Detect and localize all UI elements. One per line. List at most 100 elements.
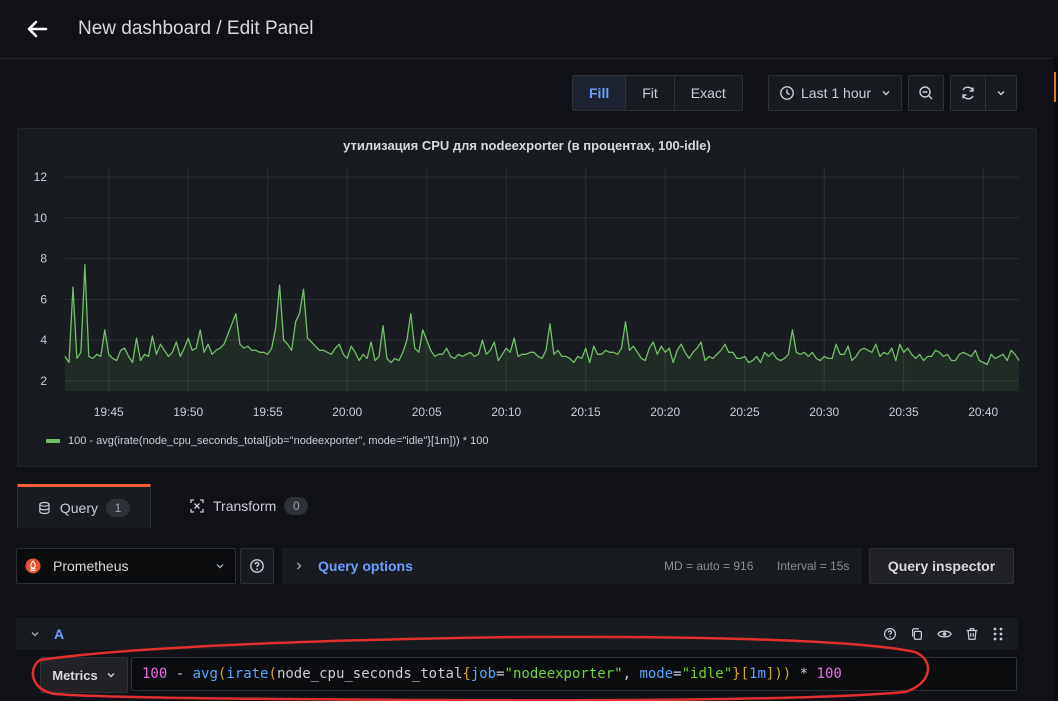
code-duration: 1 <box>749 666 758 682</box>
query-options-toggle[interactable]: Query options MD = auto = 916 Interval =… <box>282 548 862 584</box>
code-operator <box>184 666 192 682</box>
code-operator <box>791 666 799 682</box>
x-tick-label: 20:00 <box>332 405 362 419</box>
question-circle-icon[interactable] <box>883 627 897 641</box>
mode-fit-button[interactable]: Fit <box>626 76 675 110</box>
arrow-left-icon <box>27 20 48 38</box>
back-button[interactable] <box>22 14 52 44</box>
chevron-right-icon <box>297 562 302 570</box>
panel-preview: утилизация CPU для nodeexporter (в проце… <box>17 128 1037 467</box>
tab-transform-label: Transform <box>213 498 277 514</box>
right-edge-border <box>1054 58 1058 701</box>
datasource-label: Prometheus <box>53 558 129 574</box>
code-function: avg <box>192 666 218 682</box>
code-operator: , <box>622 666 631 682</box>
refresh-button[interactable] <box>950 75 987 111</box>
code-function: irate <box>226 666 269 682</box>
x-tick-label: 20:25 <box>730 405 760 419</box>
code-label-name: mode <box>639 666 674 682</box>
query-row-header[interactable]: A <box>16 618 1018 650</box>
code-metric: node_cpu_seconds_total <box>276 666 463 682</box>
scroll-accent <box>1054 72 1056 102</box>
y-tick-label: 2 <box>40 374 47 388</box>
tab-query-label: Query <box>59 499 98 516</box>
y-tick-label: 10 <box>34 211 48 225</box>
copy-icon[interactable] <box>910 627 924 641</box>
x-tick-label: 20:05 <box>412 405 442 419</box>
code-operator <box>808 666 816 682</box>
code-number: 100 <box>142 666 168 682</box>
query-ref-id: A <box>54 626 65 642</box>
code-operator <box>631 666 639 682</box>
code-string: "nodeexporter" <box>504 666 623 682</box>
x-tick-label: 19:50 <box>173 405 203 419</box>
code-number: 100 <box>816 666 842 682</box>
y-tick-label: 6 <box>40 292 47 306</box>
refresh-icon <box>962 86 974 100</box>
code-duration: m <box>757 666 766 682</box>
tab-transform[interactable]: Transform 0 <box>170 484 328 528</box>
cpu-chart[interactable]: 2 4 6 8 10 12 19:45 19:50 19:55 20:00 20:05 20:10 20… <box>18 129 1036 429</box>
zoom-out-button[interactable] <box>908 75 945 111</box>
query-editor: Prometheus Query options MD = auto = 916… <box>0 528 1054 701</box>
trash-icon[interactable] <box>965 627 979 641</box>
transform-icon <box>190 499 204 513</box>
series-area <box>65 264 1019 391</box>
code-operator: = <box>496 666 505 682</box>
chevron-down-icon <box>216 564 224 569</box>
legend-swatch <box>46 439 60 443</box>
eye-icon[interactable] <box>937 627 952 641</box>
query-row-actions <box>883 627 1004 641</box>
code-bracket: { <box>462 666 471 682</box>
database-icon <box>39 501 50 514</box>
code-bracket: ] <box>765 666 775 682</box>
x-tick-label: 19:45 <box>94 405 124 419</box>
metrics-browser-button[interactable]: Metrics <box>40 657 128 693</box>
mode-fill-button[interactable]: Fill <box>573 76 627 110</box>
chevron-down-icon <box>31 632 39 637</box>
time-picker-button[interactable]: Last 1 hour <box>768 75 903 111</box>
y-tick-label: 4 <box>40 333 47 347</box>
tab-transform-count: 0 <box>284 497 309 515</box>
interval-info: Interval = 15s <box>777 559 850 573</box>
code-operator <box>167 666 175 682</box>
y-tick-label: 8 <box>40 252 47 266</box>
chevron-down-icon <box>882 91 890 96</box>
max-datapoints-info: MD = auto = 916 <box>664 559 754 573</box>
tab-query[interactable]: Query 1 <box>17 484 151 528</box>
time-range-label: Last 1 hour <box>801 85 872 101</box>
code-bracket: ( <box>268 666 277 682</box>
query-inspector-button[interactable]: Query inspector <box>869 548 1014 584</box>
x-tick-label: 20:15 <box>571 405 601 419</box>
editor-tabs: Query 1 Transform 0 <box>0 484 1058 528</box>
code-bracket: [ <box>740 666 750 682</box>
prometheus-icon <box>25 558 41 574</box>
code-bracket: ( <box>217 666 227 682</box>
code-label-name: job <box>470 666 497 682</box>
chevron-down-icon <box>107 673 115 678</box>
display-mode-toolbar: Fill Fit Exact <box>572 75 743 111</box>
zoom-out-icon <box>919 86 933 100</box>
top-bar: New dashboard / Edit Panel <box>0 0 1058 59</box>
query-expression-input[interactable]: 100 - avg(irate(node_cpu_seconds_total{j… <box>131 657 1017 691</box>
drag-handle-icon[interactable] <box>992 627 1004 641</box>
x-tick-label: 20:10 <box>491 405 521 419</box>
x-tick-label: 20:35 <box>889 405 919 419</box>
query-options-label: Query options <box>318 558 413 574</box>
code-bracket: } <box>732 666 741 682</box>
x-tick-label: 20:20 <box>650 405 680 419</box>
datasource-help-button[interactable] <box>240 548 274 584</box>
code-string: "idle" <box>681 666 733 682</box>
datasource-select[interactable]: Prometheus <box>16 548 236 584</box>
tab-query-count: 1 <box>106 498 130 517</box>
legend-label: 100 - avg(irate(node_cpu_seconds_total{j… <box>68 435 489 447</box>
display-mode-group: Fill Fit Exact <box>572 75 743 111</box>
code-bracket: ) <box>774 666 783 682</box>
code-operator: * <box>799 666 809 682</box>
mode-exact-button[interactable]: Exact <box>674 76 742 110</box>
refresh-interval-dropdown[interactable] <box>986 75 1018 111</box>
chart-legend[interactable]: 100 - avg(irate(node_cpu_seconds_total{j… <box>46 435 488 447</box>
chevron-down-icon <box>997 91 1005 96</box>
clock-icon <box>780 86 794 100</box>
code-operator: - <box>175 666 185 682</box>
